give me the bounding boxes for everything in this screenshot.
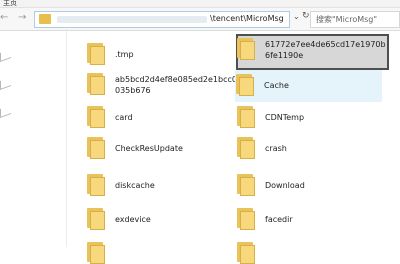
folder-icon — [236, 208, 256, 230]
folder-label: 61772e7ee4de65cd17e1970b6fe1190e — [265, 40, 386, 60]
folder-item[interactable] — [86, 238, 236, 264]
folder-label: .tmp — [115, 50, 134, 59]
folder-icon — [236, 137, 256, 159]
back-arrow-icon[interactable]: ← — [0, 12, 8, 23]
refresh-icon[interactable]: ↻ — [302, 11, 310, 21]
folder-label: crash — [265, 144, 287, 153]
address-row: ← → \tencent\MicroMsg ⌄ ↻ 搜索"MicroMsg" — [0, 8, 400, 31]
chevron-down-icon[interactable]: ⌄ — [293, 12, 300, 21]
address-path: \tencent\MicroMsg — [210, 14, 284, 23]
address-bar[interactable]: \tencent\MicroMsg — [34, 11, 290, 28]
folder-item[interactable]: Download — [236, 170, 386, 206]
folder-icon — [236, 174, 256, 196]
folder-label: diskcache — [115, 181, 155, 190]
search-input[interactable]: 搜索"MicroMsg" — [310, 11, 400, 28]
folder-icon — [235, 74, 255, 96]
folder-label: CheckResUpdate — [115, 144, 183, 153]
folder-icon — [86, 208, 106, 230]
folder-icon — [236, 106, 256, 128]
folder-item[interactable]: exdevice — [86, 204, 236, 240]
folder-icon — [236, 242, 256, 264]
folder-label: CDNTemp — [265, 113, 305, 122]
folder-icon — [236, 38, 256, 60]
folder-icon — [86, 106, 106, 128]
folder-icon — [39, 14, 51, 24]
folder-item[interactable]: crash — [236, 133, 386, 169]
folder-item[interactable] — [236, 238, 386, 264]
folder-item[interactable]: diskcache — [86, 170, 236, 206]
folder-item-hover[interactable]: Cache — [235, 70, 382, 102]
folder-label: ab5bcd2d4ef8e085ed2e1bcc0035b676 — [115, 75, 237, 95]
folder-label: card — [115, 113, 133, 122]
folder-icon — [86, 73, 106, 95]
folder-icon — [86, 174, 106, 196]
folder-item[interactable]: facedir — [236, 204, 386, 240]
folder-icon — [86, 137, 106, 159]
folder-label: Download — [265, 181, 305, 190]
search-placeholder: 搜索"MicroMsg" — [316, 15, 378, 24]
pin-icon — [0, 104, 11, 119]
forward-arrow-icon[interactable]: → — [18, 12, 26, 23]
folder-label: Cache — [264, 81, 289, 90]
redacted-path — [57, 16, 207, 23]
folder-label: facedir — [265, 215, 293, 224]
folder-item-selected[interactable]: 61772e7ee4de65cd17e1970b6fe1190e — [236, 34, 389, 70]
folder-label: exdevice — [115, 215, 151, 224]
folder-icon — [86, 242, 106, 264]
navigation-pane[interactable] — [0, 31, 67, 247]
folder-item[interactable]: CheckResUpdate — [86, 133, 236, 169]
tab-home[interactable]: 主页 — [3, 0, 17, 8]
pin-icon — [0, 48, 11, 63]
pin-icon — [0, 76, 11, 91]
ribbon-bar: 主页 — [0, 0, 400, 8]
folder-icon — [86, 43, 106, 65]
folder-item[interactable]: ab5bcd2d4ef8e085ed2e1bcc0035b676 — [86, 69, 237, 105]
